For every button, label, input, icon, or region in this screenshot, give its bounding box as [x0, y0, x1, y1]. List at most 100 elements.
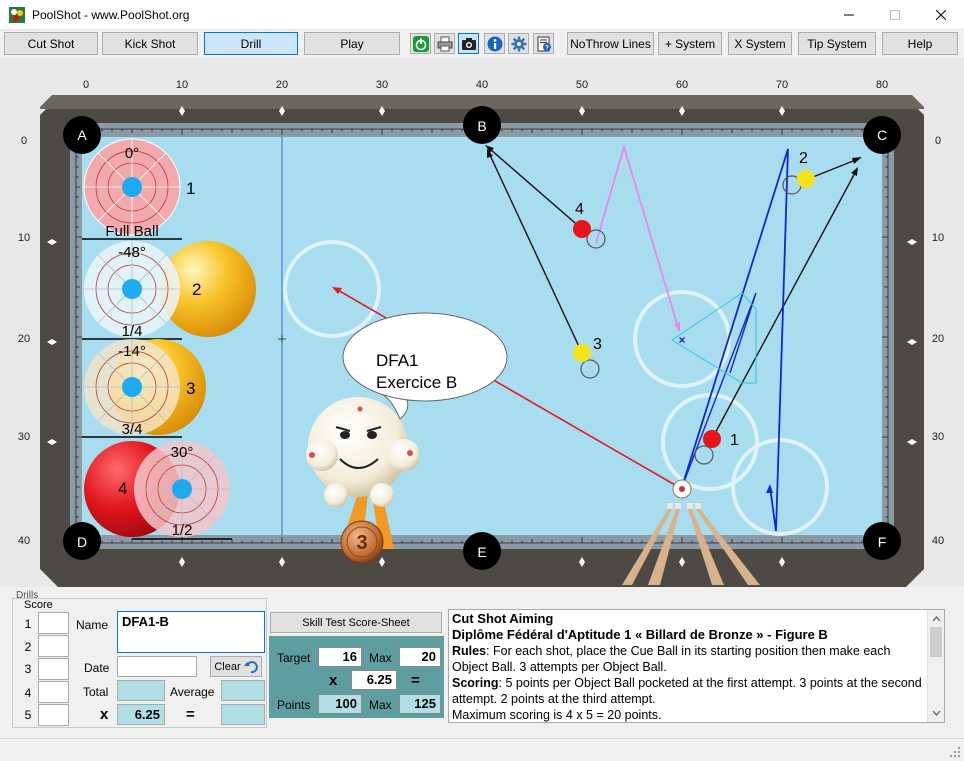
points-max-value: 125 [399, 694, 441, 714]
date-label: Date [84, 661, 110, 675]
pocket-label: F [878, 534, 887, 550]
drills-panel: Drills Score 1 2 3 4 5 Name DFA1-B Date … [0, 590, 964, 736]
clear-button[interactable]: Clear [210, 656, 262, 677]
result-output [221, 704, 265, 725]
ball-2[interactable] [797, 170, 815, 188]
score-row-label: 5 [24, 708, 32, 722]
scroll-down-icon[interactable] [928, 706, 945, 720]
target-value[interactable]: 16 [318, 647, 362, 667]
aim-fraction: 1/4 [122, 323, 143, 340]
resize-grip-icon[interactable] [949, 746, 961, 758]
points-value: 100 [318, 694, 362, 714]
score-row-label: 1 [24, 617, 32, 631]
score-row-label: 2 [24, 640, 32, 654]
title-bar: PoolShot - www.PoolShot.org [0, 0, 964, 30]
aim-angle: 0° [125, 145, 139, 162]
pocket-label: B [477, 118, 486, 134]
help-document-button[interactable]: ? [533, 33, 554, 54]
print-icon [437, 36, 452, 51]
cut-shot-button[interactable]: Cut Shot [4, 32, 98, 55]
date-input[interactable] [117, 656, 197, 677]
svg-text:?: ? [545, 44, 549, 51]
ball-number: 3 [593, 336, 602, 353]
svg-text:×: × [678, 333, 685, 347]
maximize-icon [890, 10, 900, 20]
maximize-button[interactable] [872, 0, 918, 30]
rules-text: : For each shot, place the Cue Ball in i… [452, 644, 891, 674]
status-bar [0, 738, 964, 761]
tip-system-button[interactable]: Tip System [798, 32, 876, 55]
x-system-button[interactable]: X System [728, 32, 792, 55]
description-scrollbar[interactable] [927, 610, 944, 722]
score-input-2[interactable] [38, 635, 69, 657]
score-input-4[interactable] [38, 681, 69, 703]
drill-button[interactable]: Drill [204, 32, 298, 55]
aim-fraction: Full Ball [105, 223, 158, 240]
score-legend: Score [22, 599, 55, 611]
total-output [117, 680, 165, 701]
aim-number: 2 [192, 280, 201, 299]
ball-3[interactable] [573, 344, 591, 362]
ball-4[interactable] [573, 220, 591, 238]
name-label: Name [76, 618, 109, 632]
kick-shot-button[interactable]: Kick Shot [102, 32, 198, 55]
ball-1[interactable] [703, 430, 721, 448]
score-input-1[interactable] [38, 612, 69, 634]
clear-label: Clear [214, 660, 241, 673]
multiply-sign: x [100, 706, 109, 723]
power-button[interactable] [410, 33, 431, 54]
skill-test-panel: Target 16 Max 20 x 6.25 = Points 100 Max… [269, 636, 444, 718]
scoring-label: Scoring [452, 676, 499, 690]
pool-table[interactable]: A B C D E F 0° 1 Full Ball -48° 2 1/4 -1… [0, 57, 964, 587]
score-input-5[interactable] [38, 704, 69, 726]
aim-angle: -48° [118, 244, 146, 261]
scroll-thumb[interactable] [930, 627, 942, 657]
aim-guide-4 [84, 441, 232, 540]
drill-title: Cut Shot Aiming [452, 611, 554, 626]
ball-number: 2 [799, 150, 808, 167]
print-button[interactable] [434, 33, 455, 54]
scroll-up-icon[interactable] [928, 612, 945, 626]
points-label: Points [277, 698, 311, 712]
target-label: Target [277, 651, 311, 665]
ball-number: 4 [575, 201, 584, 218]
power-icon [412, 35, 429, 52]
minimize-button[interactable] [826, 0, 872, 30]
score-row-label: 3 [24, 662, 32, 676]
rules-paragraph: Rules: For each shot, place the Cue Ball… [452, 643, 926, 675]
bubble-line-1: DFA1 [376, 351, 419, 370]
info-button[interactable] [484, 33, 505, 54]
bubble-line-2: Exercice B [376, 373, 457, 392]
max-label: Max [369, 651, 392, 665]
close-icon [936, 10, 946, 20]
skill-test-score-sheet-button[interactable]: Skill Test Score-Sheet [270, 612, 442, 633]
drill-description[interactable]: Cut Shot Aiming Diplôme Fédéral d'Aptitu… [448, 609, 945, 723]
plus-system-button[interactable]: + System [658, 32, 722, 55]
average-output [221, 680, 265, 701]
score-input-3[interactable] [38, 658, 69, 680]
aim-angle: 30° [171, 444, 194, 461]
help-button[interactable]: Help [882, 32, 958, 55]
equals-sign: = [186, 706, 195, 723]
aim-fraction: 1/2 [172, 522, 193, 539]
minimize-icon [844, 14, 854, 16]
points-max-label: Max [369, 698, 392, 712]
name-input[interactable]: DFA1-B [117, 611, 265, 653]
settings-icon [511, 36, 526, 51]
rules-label: Rules [452, 644, 487, 658]
aim-angle: -14° [118, 343, 146, 360]
aim-fraction: 3/4 [122, 421, 143, 438]
play-button[interactable]: Play [304, 32, 400, 55]
camera-button[interactable] [458, 33, 479, 54]
info-icon [487, 36, 502, 51]
aim-number: 4 [118, 479, 127, 498]
multiply-sign: x [329, 672, 338, 689]
aim-number: 3 [186, 379, 195, 398]
nothrow-lines-button[interactable]: NoThrow Lines [567, 32, 654, 55]
close-button[interactable] [918, 0, 964, 30]
help-document-icon: ? [537, 36, 551, 51]
window-title: PoolShot - www.PoolShot.org [32, 8, 190, 22]
camera-icon [461, 37, 476, 50]
pocket-label: C [877, 127, 887, 143]
settings-button[interactable] [508, 33, 529, 54]
